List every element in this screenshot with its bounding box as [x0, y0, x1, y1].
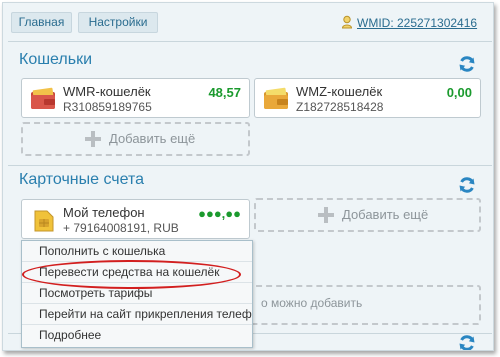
refresh-icon[interactable] [458, 176, 476, 194]
add-hint-text: о можно добавить [261, 296, 363, 310]
wallet-number: R310859189765 [63, 100, 152, 114]
plus-icon [318, 207, 334, 223]
refresh-icon[interactable] [458, 55, 476, 73]
wallet-number: Z182728518428 [296, 100, 384, 114]
add-wallet-button[interactable]: Добавить ещё [21, 122, 250, 156]
menu-item-top-up[interactable]: Пополнить с кошелька [22, 241, 252, 262]
wallet-card-wmz[interactable]: WMZ-кошелёк Z182728518428 0,00 [254, 78, 481, 118]
card-account-phone[interactable]: Мой телефон + 79164008191, RUB ●●●,●● [21, 199, 250, 239]
menu-item-view-tariffs[interactable]: Посмотреть тарифы [22, 283, 252, 304]
context-menu: Пополнить с кошелька Перевести средства … [21, 240, 253, 348]
tab-home[interactable]: Главная [11, 12, 72, 33]
wmid-link[interactable]: WMID: 225271302416 [341, 15, 477, 33]
refresh-icon[interactable] [458, 334, 476, 351]
tab-settings[interactable]: Настройки [78, 12, 158, 33]
wmid-label: WMID: 225271302416 [357, 16, 478, 30]
add-card-account-label: Добавить ещё [342, 207, 429, 222]
menu-item-transfer-to-wallet[interactable]: Перевести средства на кошелёк [22, 262, 252, 283]
wallet-icon [264, 87, 288, 109]
wallet-balance: 48,57 [208, 85, 241, 100]
card-account-name: Мой телефон [63, 205, 145, 220]
wallet-icon [31, 87, 55, 109]
sim-card-icon [34, 210, 54, 232]
wallet-name: WMZ-кошелёк [296, 84, 383, 99]
divider [8, 41, 492, 42]
card-account-number: + 79164008191, RUB [63, 221, 179, 235]
wallet-name: WMR-кошелёк [63, 84, 151, 99]
divider [8, 165, 492, 166]
wallets-title: Кошельки [19, 51, 93, 68]
menu-item-details[interactable]: Подробнее [22, 325, 252, 346]
app-window: Главная Настройки WMID: 225271302416 Кош… [2, 2, 494, 351]
card-account-balance: ●●●,●● [198, 206, 241, 221]
wallet-card-wmr[interactable]: WMR-кошелёк R310859189765 48,57 [21, 78, 250, 118]
user-icon [341, 15, 353, 29]
add-card-account-button[interactable]: Добавить ещё [254, 198, 481, 232]
cards-title: Карточные счета [19, 171, 145, 188]
menu-item-attach-site[interactable]: Перейти на сайт прикрепления телеф [22, 304, 252, 325]
plus-icon [85, 131, 101, 147]
add-wallet-label: Добавить ещё [109, 131, 196, 146]
wallet-balance: 0,00 [446, 85, 472, 100]
